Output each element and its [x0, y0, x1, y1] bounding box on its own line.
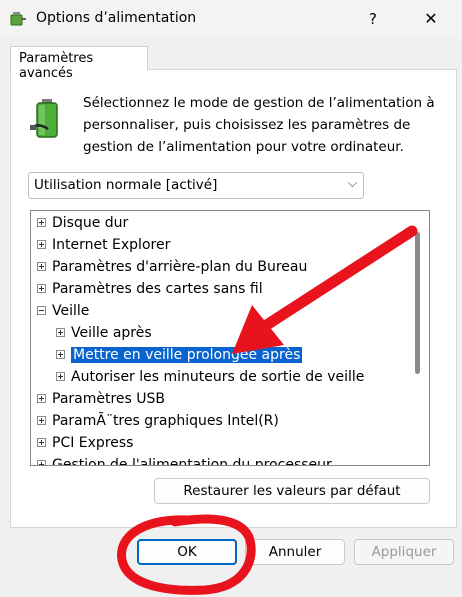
- tree-item-label: Disque dur: [52, 215, 129, 231]
- tree-item-label: Paramètres d'arrière-plan du Bureau: [52, 259, 308, 275]
- chevron-down-icon: ⌵: [347, 176, 357, 190]
- battery-plug-icon: [30, 99, 58, 138]
- tree-item-wireless-adapter[interactable]: Paramètres des cartes sans fil: [37, 278, 263, 300]
- power-options-icon: [10, 12, 26, 26]
- title-bar: Options d’alimentation ? ✕: [0, 0, 462, 38]
- expand-icon[interactable]: [37, 415, 46, 425]
- window-title: Options d’alimentation: [36, 10, 197, 26]
- expand-icon[interactable]: [56, 371, 65, 381]
- tree-item-label: Autoriser les minuteurs de sortie de vei…: [71, 369, 365, 385]
- power-plan-select[interactable]: Utilisation normale [activé] ⌵: [28, 172, 364, 199]
- expand-icon[interactable]: [56, 327, 65, 337]
- tree-item-intel-graphics[interactable]: ParamÃ¨tres graphiques Intel(R): [37, 410, 279, 432]
- tree-item-label: Internet Explorer: [52, 237, 171, 253]
- ok-button[interactable]: OK: [137, 539, 237, 565]
- tree-item-usb[interactable]: Paramètres USB: [37, 388, 165, 410]
- expand-icon[interactable]: [37, 459, 46, 465]
- tree-item-internet-explorer[interactable]: Internet Explorer: [37, 234, 170, 256]
- close-button[interactable]: ✕: [416, 6, 446, 32]
- tree-item-desktop-background[interactable]: Paramètres d'arrière-plan du Bureau: [37, 256, 307, 278]
- tree-item-wake-timers[interactable]: Autoriser les minuteurs de sortie de vei…: [56, 366, 364, 388]
- tree-item-veille-apres[interactable]: Veille après: [56, 322, 152, 344]
- collapse-icon[interactable]: [37, 305, 46, 315]
- tree-item-label: Mettre en veille prolongée après: [71, 347, 303, 363]
- tree-item-veille[interactable]: Veille: [37, 300, 89, 322]
- expand-icon[interactable]: [56, 349, 65, 359]
- expand-icon[interactable]: [37, 239, 46, 249]
- tree-item-label: Gestion de l'alimentation du processeur: [52, 457, 332, 466]
- tree-item-label: Veille: [52, 303, 90, 319]
- settings-tree[interactable]: Disque dur Internet Explorer Paramètres …: [30, 210, 430, 466]
- tree-item-label: Veille après: [71, 325, 152, 341]
- cancel-button[interactable]: Annuler: [245, 539, 345, 565]
- tree-item-pci-express[interactable]: PCI Express: [37, 432, 133, 454]
- expand-icon[interactable]: [37, 393, 46, 403]
- power-plan-value: Utilisation normale [activé]: [34, 177, 218, 193]
- tree-item-label: Paramètres des cartes sans fil: [52, 281, 263, 297]
- tree-item-label: ParamÃ¨tres graphiques Intel(R): [52, 413, 279, 429]
- tree-item-label: Paramètres USB: [52, 391, 166, 407]
- tree-item-label: PCI Express: [52, 435, 134, 451]
- expand-icon[interactable]: [37, 437, 46, 447]
- restore-defaults-button[interactable]: Restaurer les valeurs par défaut: [154, 478, 430, 504]
- expand-icon[interactable]: [37, 217, 46, 227]
- tree-item-processor-power[interactable]: Gestion de l'alimentation du processeur: [37, 454, 332, 466]
- expand-icon[interactable]: [37, 261, 46, 271]
- tree-scrollbar[interactable]: [415, 232, 420, 374]
- help-button[interactable]: ?: [358, 6, 388, 32]
- apply-button[interactable]: Appliquer: [354, 539, 454, 565]
- description-text: Sélectionnez le mode de gestion de l’ali…: [83, 95, 435, 155]
- expand-icon[interactable]: [37, 283, 46, 293]
- tab-label: Paramètres avancés: [19, 51, 94, 81]
- tree-item-disque-dur[interactable]: Disque dur: [37, 212, 128, 234]
- tree-item-hibernate-after[interactable]: Mettre en veille prolongée après: [56, 344, 303, 366]
- tab-advanced-settings[interactable]: Paramètres avancés: [10, 46, 148, 81]
